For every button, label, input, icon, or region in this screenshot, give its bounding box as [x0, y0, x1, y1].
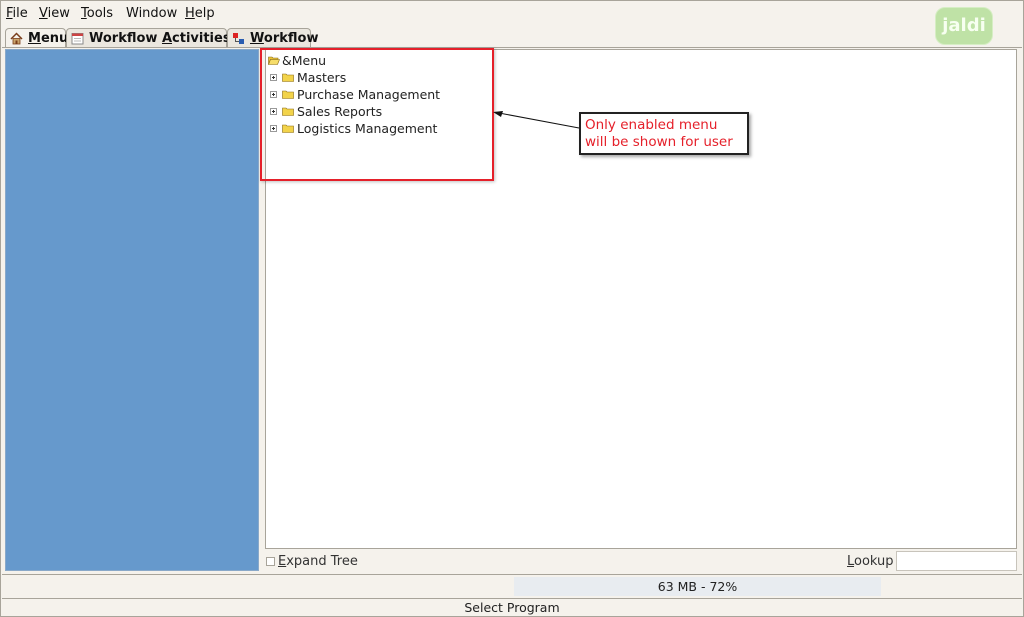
memory-usage-indicator[interactable]: 63 MB - 72%	[514, 577, 881, 596]
tree-item-label: Logistics Management	[297, 121, 438, 136]
tree-item-purchase-management[interactable]: Purchase Management	[268, 86, 508, 103]
menu-tools[interactable]: Tools	[81, 6, 113, 21]
tree-root-label: &Menu	[282, 53, 327, 68]
folder-icon	[282, 107, 294, 116]
tree-item-masters[interactable]: Masters	[268, 69, 508, 86]
status-divider-bottom	[2, 598, 1022, 599]
jaldi-logo: jaldi	[935, 7, 993, 45]
expand-plus-icon[interactable]	[270, 74, 277, 81]
tab-workflow-activities[interactable]: Workflow Activities: 0	[66, 28, 249, 47]
home-icon	[10, 32, 23, 45]
lookup-label: Lookup	[847, 554, 894, 569]
menu-bar: File View Tools Window Help	[1, 1, 1023, 25]
calendar-icon	[71, 33, 84, 45]
tab-menu[interactable]: Menu	[5, 28, 68, 48]
menu-file[interactable]: File	[6, 6, 28, 21]
menu-window[interactable]: Window	[126, 6, 177, 21]
tree-item-sales-reports[interactable]: Sales Reports	[268, 103, 508, 120]
status-message: Select Program	[464, 600, 560, 615]
side-panel	[5, 49, 259, 571]
annotation-callout: Only enabled menu will be shown for user	[579, 112, 749, 155]
tree-item-label: Purchase Management	[297, 87, 441, 102]
expand-plus-icon[interactable]	[270, 91, 277, 98]
expand-tree-checkbox[interactable]	[266, 557, 275, 566]
status-divider-top	[2, 574, 1022, 575]
tree-item-label: Sales Reports	[297, 104, 383, 119]
tab-workflow[interactable]: Workflow	[227, 28, 318, 47]
application-window: File View Tools Window Help jaldi Menu W…	[0, 0, 1024, 617]
folder-icon	[282, 124, 294, 133]
expand-tree-label[interactable]: Expand Tree	[278, 554, 358, 569]
expand-plus-icon[interactable]	[270, 125, 277, 132]
folder-icon	[282, 73, 294, 82]
open-folder-icon	[268, 56, 280, 65]
tree-item-logistics-management[interactable]: Logistics Management	[268, 120, 508, 137]
workflow-icon	[233, 33, 244, 44]
menu-view[interactable]: View	[39, 6, 70, 21]
lookup-input[interactable]	[896, 551, 1017, 571]
menu-help[interactable]: Help	[185, 6, 215, 21]
expand-plus-icon[interactable]	[270, 108, 277, 115]
folder-icon	[282, 90, 294, 99]
annotation-arrow	[493, 111, 580, 129]
tree-root[interactable]: &Menu	[268, 52, 468, 69]
tab-bar-divider	[2, 47, 1022, 48]
tree-item-label: Masters	[297, 70, 347, 85]
